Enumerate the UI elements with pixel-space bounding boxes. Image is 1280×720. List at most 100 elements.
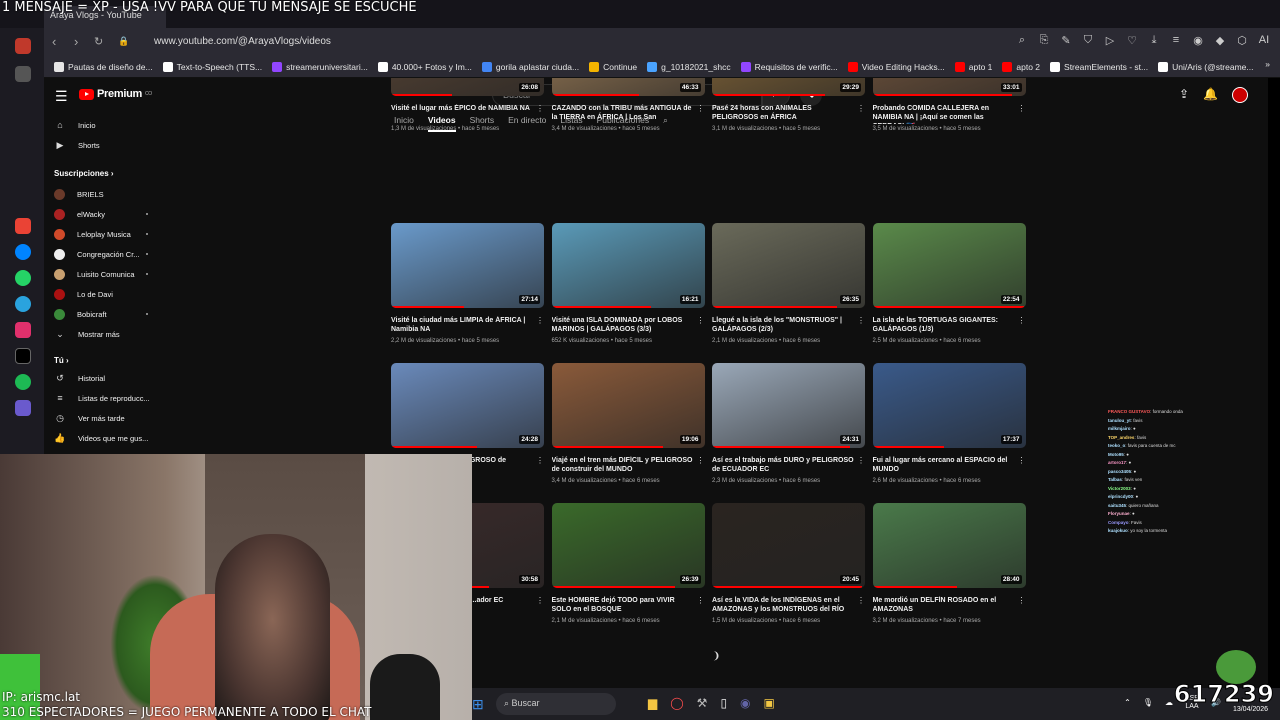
video-thumbnail[interactable]: 20:45 [712,503,865,588]
bookmark-item[interactable]: Requisitos de verific... [740,59,838,74]
bookmark-item[interactable]: Continue [589,59,637,74]
more-options-icon[interactable]: ⋮ [697,456,705,465]
video-title[interactable]: CAZANDO con la TRIBU más ANTIGUA de la T… [552,104,705,124]
video-title[interactable]: Visité el lugar más ÉPICO de NAMIBIA NA [391,104,544,124]
video-thumbnail[interactable]: 46:33 [551,78,705,96]
video-title[interactable]: Probando COMIDA CALLEJERA en NAMIBIA NA … [873,104,1026,124]
video-title[interactable]: Pasé 24 horas con ANIMALES PELIGROSOS en… [712,104,865,124]
youtube-logo[interactable]: Premium CO [79,88,152,100]
sidebar-subscription[interactable]: Leloplay Musica [44,224,160,244]
video-title[interactable]: Me mordió un DELFÍN ROSADO en el AMAZONA… [873,596,1026,616]
forward-icon[interactable]: › [74,34,78,49]
bell-icon[interactable]: 🔔 [1203,87,1218,103]
sidebar-subscription[interactable]: Lo de Davi [44,284,160,304]
messenger-icon[interactable] [15,244,31,260]
player-icon[interactable] [15,400,31,416]
edit-icon[interactable]: ✎ [1060,34,1072,47]
download-icon[interactable]: ⤓ [1148,34,1160,47]
opera-icon[interactable]: ◯ [670,696,683,710]
video-thumbnail[interactable]: 28:40 [872,503,1026,588]
bookmarks-overflow-icon[interactable]: » [1265,59,1270,74]
more-options-icon[interactable]: ⋮ [536,104,544,113]
video-card[interactable]: 27:14 Visité la ciudad más LIMPIA de ÁFRI… [391,223,544,344]
video-card[interactable]: 29:29 Pasé 24 horas con ANIMALES PELIGROS… [712,78,865,132]
avatar[interactable] [1232,87,1248,103]
sidebar-subscription[interactable]: Congregación Cr... [44,244,160,264]
video-thumbnail[interactable]: 26:35 [712,223,865,308]
bookmark-item[interactable]: apto 1 [954,59,992,74]
video-thumbnail[interactable]: 19:06 [551,363,705,448]
bookmark-item[interactable]: apto 2 [1002,59,1040,74]
more-options-icon[interactable]: ⋮ [697,316,705,325]
bookmark-item[interactable]: gorila aplastar ciuda... [481,59,579,74]
bookmark-item[interactable]: 40.000+ Fotos y Im... [377,59,472,74]
video-title[interactable]: Viajé en el tren más DIFÍCIL y PELIGROSO… [552,456,705,476]
telegram-icon[interactable] [15,296,31,312]
show-more-button[interactable]: ⌄ Mostrar más [44,324,160,344]
more-options-icon[interactable]: ⋮ [857,316,865,325]
video-thumbnail[interactable]: 29:29 [712,78,865,96]
more-options-icon[interactable]: ⋮ [857,456,865,465]
bookmark-item[interactable]: g_10182021_shcc [647,59,731,74]
video-title[interactable]: Fui al lugar más cercano al ESPACIO del … [873,456,1026,476]
video-card[interactable]: 26:39 Este HOMBRE dejó TODO para VIVIR SO… [551,503,705,624]
bookmark-item[interactable]: Text-to-Speech (TTS... [162,59,262,74]
video-title[interactable]: La isla de las TORTUGAS GIGANTES: GALÁPA… [873,316,1026,336]
bookmark-item[interactable]: streameruniversitari... [272,59,368,74]
more-options-icon[interactable]: ⋮ [697,104,705,113]
video-title[interactable]: Así es la VIDA de los INDÍGENAS en el AM… [712,596,865,616]
video-card[interactable]: 22:54 La isla de las TORTUGAS GIGANTES: G… [872,223,1026,344]
back-icon[interactable]: ‹ [52,34,56,49]
more-options-icon[interactable]: ⋮ [536,316,544,325]
bookmark-item[interactable]: Video Editing Hacks... [847,59,945,74]
heart-icon[interactable]: ♡ [1126,34,1138,47]
more-options-icon[interactable]: ⋮ [1018,456,1026,465]
sidebar-subscription[interactable]: Bobicraft [44,304,160,324]
star-icon[interactable] [15,66,31,82]
spotify-icon[interactable] [15,374,31,390]
video-thumbnail[interactable]: 27:14 [391,223,544,308]
sidebar-you-item[interactable]: ↺ Historial [44,368,160,388]
subscriptions-heading[interactable]: Suscripciones › [54,169,114,178]
video-thumbnail[interactable]: 17:37 [872,363,1026,448]
more-options-icon[interactable]: ⋮ [1018,596,1026,605]
sidebar-subscription[interactable]: Luisito Comunica [44,264,160,284]
file-icon[interactable]: ▯ [720,696,727,710]
sidebar-you-item[interactable]: ≡ Listas de reproducc... [44,388,160,408]
video-thumbnail[interactable]: 16:21 [551,223,705,308]
more-options-icon[interactable]: ⋮ [536,596,544,605]
chevron-up-icon[interactable]: ⌃ [1124,698,1131,707]
bookmark-item[interactable]: Uni/Aris (@streame... [1158,59,1254,74]
video-thumbnail[interactable]: 24:28 [391,363,544,448]
video-thumbnail[interactable]: 24:31 [712,363,865,448]
video-card[interactable]: 19:06 Viajé en el tren más DIFÍCIL y PELI… [551,363,705,484]
home-icon[interactable] [15,38,31,54]
sidebar-you-item[interactable]: 👍 Videos que me gus... [44,428,160,448]
video-card[interactable]: 24:31 Así es el trabajo más DURO y PELIGR… [712,363,865,484]
x-icon[interactable] [15,348,31,364]
mic-icon[interactable]: 🎙 [1143,698,1153,707]
video-card[interactable]: 16:21 Visité una ISLA DOMINADA por LOBOS … [551,223,705,344]
profile-icon[interactable]: ◉ [1192,34,1204,47]
sidebar-you-item[interactable]: ◷ Ver más tarde [44,408,160,428]
bookmark-item[interactable]: StreamElements - st... [1050,59,1148,74]
video-card[interactable]: 20:45 Así es la VIDA de los INDÍGENAS en … [712,503,865,624]
bookmark-item[interactable]: Pautas de diseño de... [54,59,153,74]
sidebar-subscription[interactable]: BRIELS [44,184,160,204]
url-field[interactable]: www.youtube.com/@ArayaVlogs/videos [130,32,1010,52]
gmail-icon[interactable] [15,218,31,234]
cloud-icon[interactable]: ☁ [1165,698,1173,707]
taskbar-search[interactable]: ⌕ Buscar [496,693,616,715]
video-thumbnail[interactable]: 26:39 [551,503,705,588]
video-thumbnail[interactable]: 26:08 [391,78,544,96]
video-card[interactable]: 26:08 Visité el lugar más ÉPICO de NAMIBI… [391,78,544,132]
cube-icon[interactable]: ⬡ [1236,34,1248,47]
reload-icon[interactable]: ↻ [94,35,103,48]
more-options-icon[interactable]: ⋮ [1018,104,1026,113]
video-card[interactable]: 17:37 Fui al lugar más cercano al ESPACIO… [872,363,1026,484]
instagram-icon[interactable] [15,322,31,338]
whatsapp-icon[interactable] [15,270,31,286]
more-options-icon[interactable]: ⋮ [536,456,544,465]
extension-icon[interactable]: ◆ [1214,34,1226,47]
video-title[interactable]: Visité la ciudad más LIMPIA de ÁFRICA | … [391,316,544,336]
